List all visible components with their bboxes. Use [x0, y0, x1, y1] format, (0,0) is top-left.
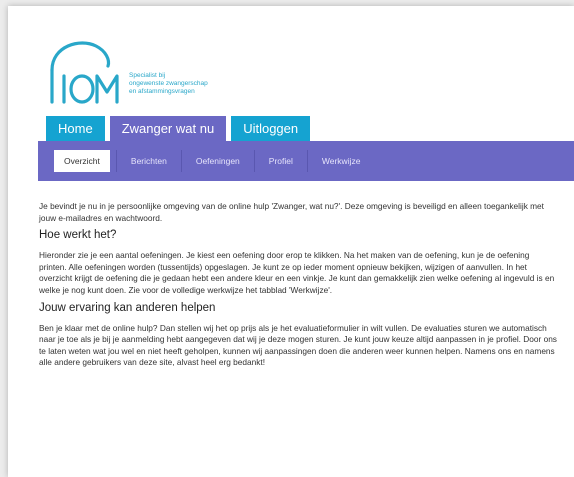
subnav-item-profiel[interactable]: Profiel	[253, 150, 307, 172]
tagline: Specialist bij ongewenste zwangerschap e…	[129, 72, 208, 96]
tab-zwanger-wat-nu[interactable]: Zwanger wat nu	[109, 116, 227, 141]
paragraph-hoe-werkt-het: Hieronder zie je een aantal oefeningen. …	[39, 250, 555, 295]
subnav-item-berichten[interactable]: Berichten	[115, 150, 181, 172]
subnav-item-overzicht[interactable]: Overzicht	[54, 150, 110, 172]
main-content: Je bevindt je nu in je persoonlijke omge…	[39, 201, 559, 374]
sub-navigation-items: Overzicht Berichten Oefeningen Profiel W…	[54, 150, 374, 172]
sub-navigation: Overzicht Berichten Oefeningen Profiel W…	[38, 141, 574, 181]
intro-paragraph: Je bevindt je nu in je persoonlijke omge…	[39, 201, 544, 223]
page: Specialist bij ongewenste zwangerschap e…	[8, 6, 574, 477]
tagline-line-2: ongewenste zwangerschap	[129, 80, 208, 87]
subnav-item-werkwijze[interactable]: Werkwijze	[306, 150, 375, 172]
top-navigation: Home Zwanger wat nu Uitloggen	[46, 116, 315, 141]
tab-uitloggen[interactable]: Uitloggen	[231, 116, 311, 141]
fiom-logo-icon	[50, 41, 119, 104]
tagline-line-3: en afstammingsvragen	[129, 88, 195, 95]
tab-home[interactable]: Home	[46, 116, 105, 141]
header: Specialist bij ongewenste zwangerschap e…	[8, 6, 574, 114]
paragraph-ervaring: Ben je klaar met de online hulp? Dan ste…	[39, 322, 557, 368]
subnav-item-oefeningen[interactable]: Oefeningen	[180, 150, 254, 172]
tagline-line-1: Specialist bij	[129, 72, 166, 79]
section-heading-ervaring: Jouw ervaring kan anderen helpen	[39, 301, 216, 314]
fiom-logo[interactable]	[40, 36, 130, 106]
section-heading-hoe-werkt-het: Hoe werkt het?	[39, 229, 117, 242]
